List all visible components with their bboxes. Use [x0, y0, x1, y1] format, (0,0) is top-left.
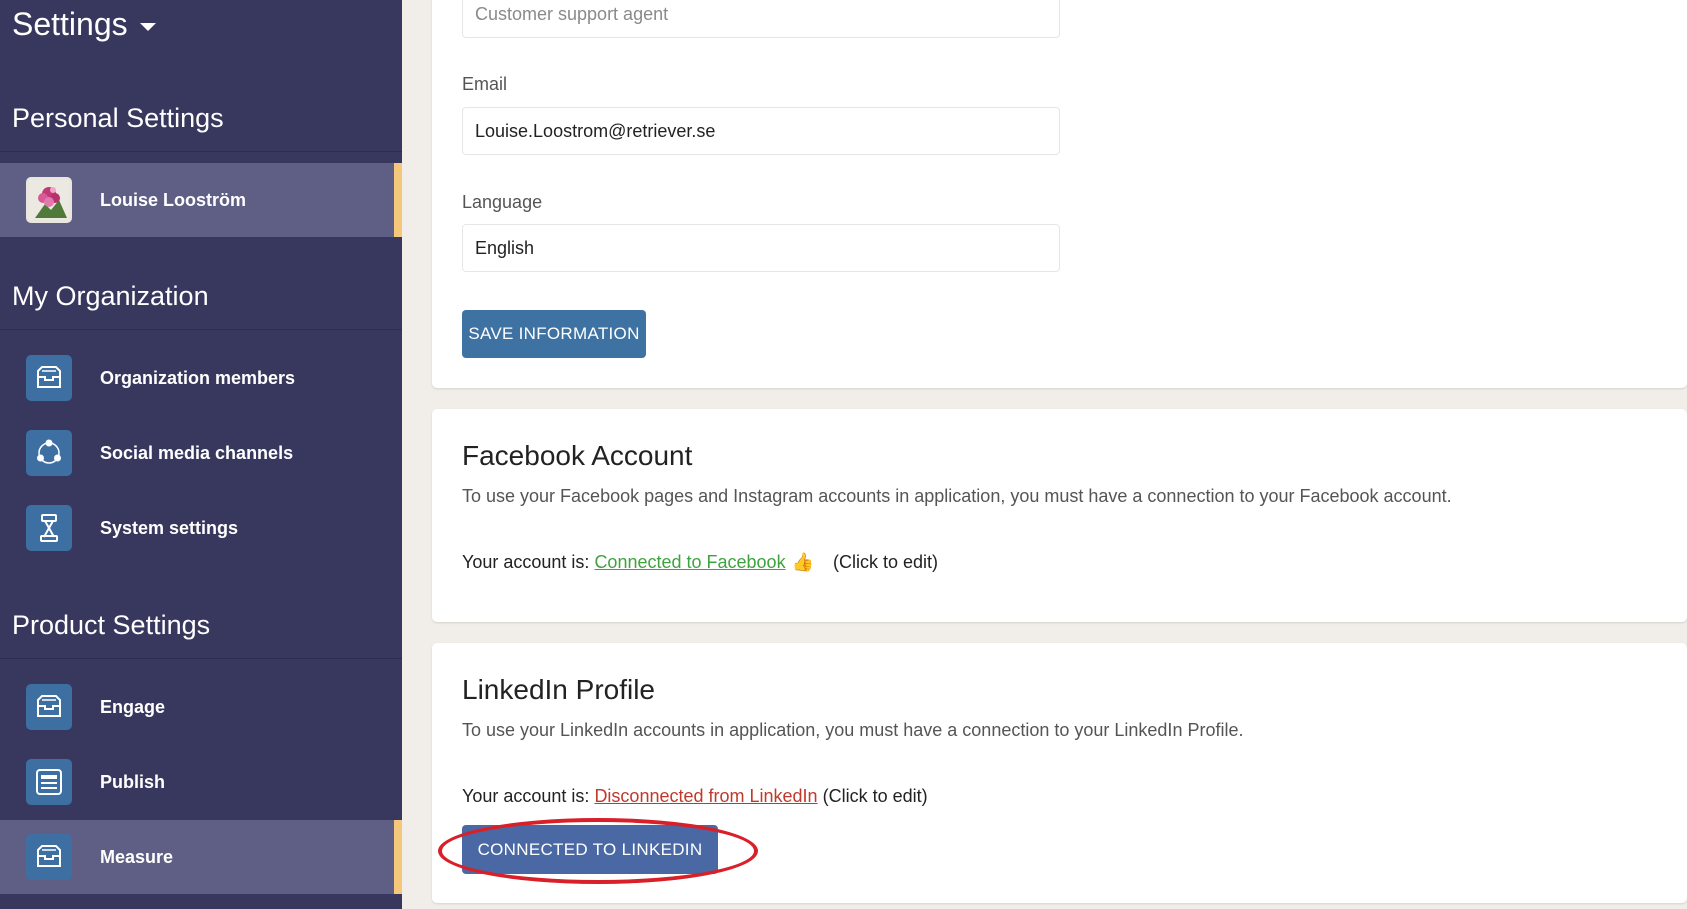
divider [0, 151, 402, 152]
sidebar-item-system-settings[interactable]: System settings [0, 491, 402, 565]
linkedin-status-link[interactable]: Disconnected from LinkedIn [594, 786, 817, 806]
settings-menu-toggle[interactable]: Settings [12, 6, 156, 43]
sidebar-item-label: Social media channels [100, 442, 294, 463]
linkedin-title: LinkedIn Profile [462, 674, 656, 705]
document-icon [26, 759, 72, 805]
facebook-title: Facebook Account [462, 440, 693, 471]
caret-down-icon [139, 22, 156, 31]
divider [0, 658, 402, 659]
inbox-icon [26, 684, 72, 730]
sidebar-item-publish[interactable]: Publish [0, 745, 402, 819]
sidebar-item-label: Publish [100, 771, 166, 792]
linkedin-description: To use your LinkedIn accounts in applica… [462, 720, 1244, 740]
edit-hint: (Click to edit) [822, 786, 928, 806]
sidebar-item-label: Organization members [100, 367, 296, 388]
status-prefix: Your account is: [462, 786, 590, 806]
sidebar-item-measure[interactable]: Measure [0, 820, 402, 894]
inbox-icon [26, 834, 72, 880]
sidebar: Settings Personal Settings Louise Loostr… [0, 0, 402, 909]
thumbs-up-icon: 👍 [791, 552, 814, 572]
facebook-status-link[interactable]: Connected to Facebook [594, 552, 785, 572]
save-information-button[interactable]: SAVE INFORMATION [462, 310, 646, 358]
edit-hint: (Click to edit) [833, 552, 939, 572]
facebook-status-line: Your account is: Connected to Facebook 👍 … [462, 552, 938, 573]
sidebar-item-label: Measure [100, 846, 174, 867]
section-title-personal: Personal Settings [12, 103, 224, 133]
email-label: Email [462, 74, 508, 94]
divider [0, 329, 402, 330]
sidebar-item-user-profile[interactable]: Louise Looström [0, 163, 402, 237]
sidebar-item-engage[interactable]: Engage [0, 670, 402, 744]
job-title-field[interactable] [462, 0, 1060, 38]
inbox-icon [26, 355, 72, 401]
share-nodes-icon [26, 430, 72, 476]
sidebar-item-social-media-channels[interactable]: Social media channels [0, 416, 402, 490]
sidebar-item-label: System settings [100, 517, 239, 538]
avatar [26, 177, 72, 223]
sidebar-item-organization-members[interactable]: Organization members [0, 341, 402, 415]
facebook-description: To use your Facebook pages and Instagram… [462, 486, 1452, 506]
linkedin-status-line: Your account is: Disconnected from Linke… [462, 786, 928, 807]
app-title: Settings [12, 6, 128, 42]
language-field[interactable] [462, 224, 1060, 272]
robot-icon [26, 505, 72, 551]
user-name: Louise Looström [100, 189, 247, 210]
email-field[interactable] [462, 107, 1060, 155]
language-label: Language [462, 192, 543, 212]
connect-linkedin-button[interactable]: CONNECTED TO LINKEDIN [462, 825, 718, 874]
sidebar-item-label: Engage [100, 696, 166, 717]
status-prefix: Your account is: [462, 552, 590, 572]
section-title-product: Product Settings [12, 610, 211, 640]
section-title-organization: My Organization [12, 281, 209, 311]
